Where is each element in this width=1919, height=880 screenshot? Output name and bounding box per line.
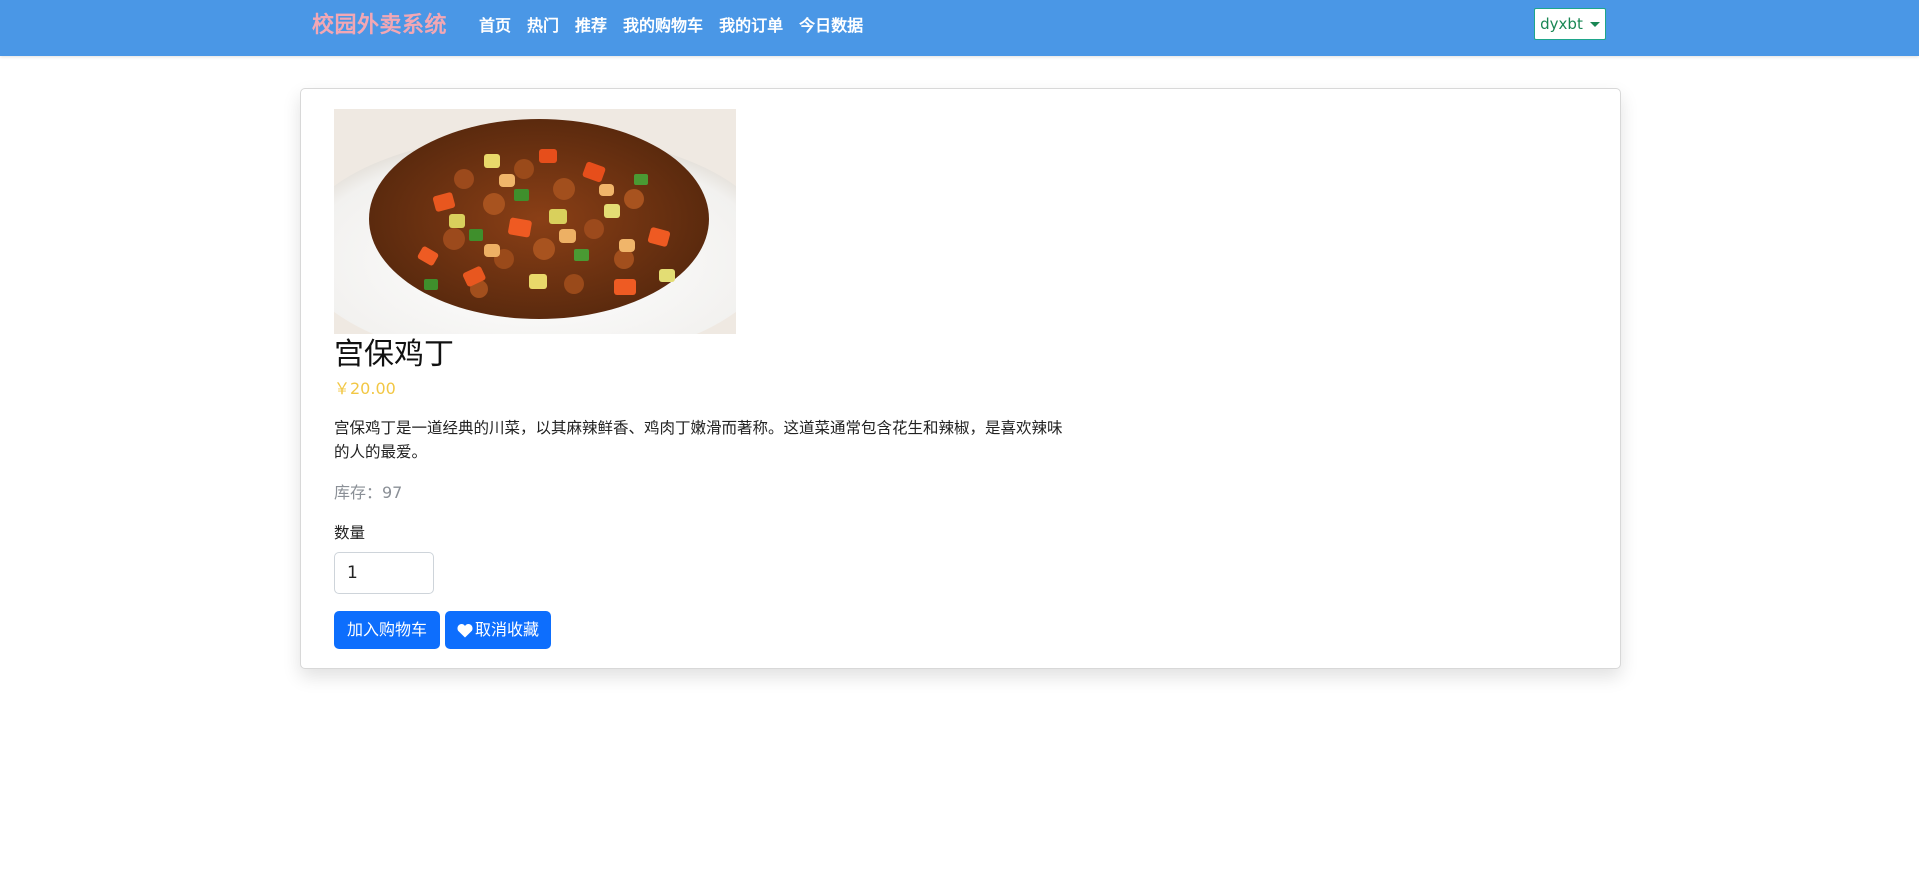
username-label: dyxbt [1540, 15, 1583, 33]
heart-icon [457, 623, 473, 638]
unfavorite-label: 取消收藏 [474, 620, 539, 639]
dish-detail-card: 宫保鸡丁 ￥20.00 宫保鸡丁是一道经典的川菜，以其麻辣鲜香、鸡肉丁嫩滑而著称… [300, 88, 1621, 669]
nav-home[interactable]: 首页 [479, 0, 511, 52]
dish-price: ￥20.00 [334, 379, 396, 398]
add-to-cart-button[interactable]: 加入购物车 [334, 611, 440, 649]
top-navbar: 校园外卖系统 首页 热门 推荐 我的购物车 我的订单 今日数据 dyxbt [0, 0, 1919, 56]
nav-my-cart[interactable]: 我的购物车 [623, 0, 703, 52]
dish-photo-icon [334, 109, 736, 334]
nav-today-data[interactable]: 今日数据 [799, 0, 863, 52]
brand-logo-text[interactable]: 校园外卖系统 [312, 11, 447, 41]
nav-recommend[interactable]: 推荐 [575, 0, 607, 52]
nav-hot[interactable]: 热门 [527, 0, 559, 52]
main-nav: 首页 热门 推荐 我的购物车 我的订单 今日数据 [479, 0, 879, 52]
dish-image [334, 109, 736, 334]
dish-stock: 库存：97 [334, 483, 403, 502]
dish-title: 宫保鸡丁 [334, 337, 454, 372]
quantity-label: 数量 [334, 524, 366, 542]
dish-description: 宫保鸡丁是一道经典的川菜，以其麻辣鲜香、鸡肉丁嫩滑而著称。这道菜通常包含花生和辣… [334, 419, 1063, 461]
user-dropdown-button[interactable]: dyxbt [1534, 8, 1606, 40]
unfavorite-button[interactable]: 取消收藏 [445, 611, 551, 649]
quantity-input[interactable] [334, 552, 434, 594]
nav-my-orders[interactable]: 我的订单 [719, 0, 783, 52]
caret-down-icon [1589, 21, 1600, 27]
